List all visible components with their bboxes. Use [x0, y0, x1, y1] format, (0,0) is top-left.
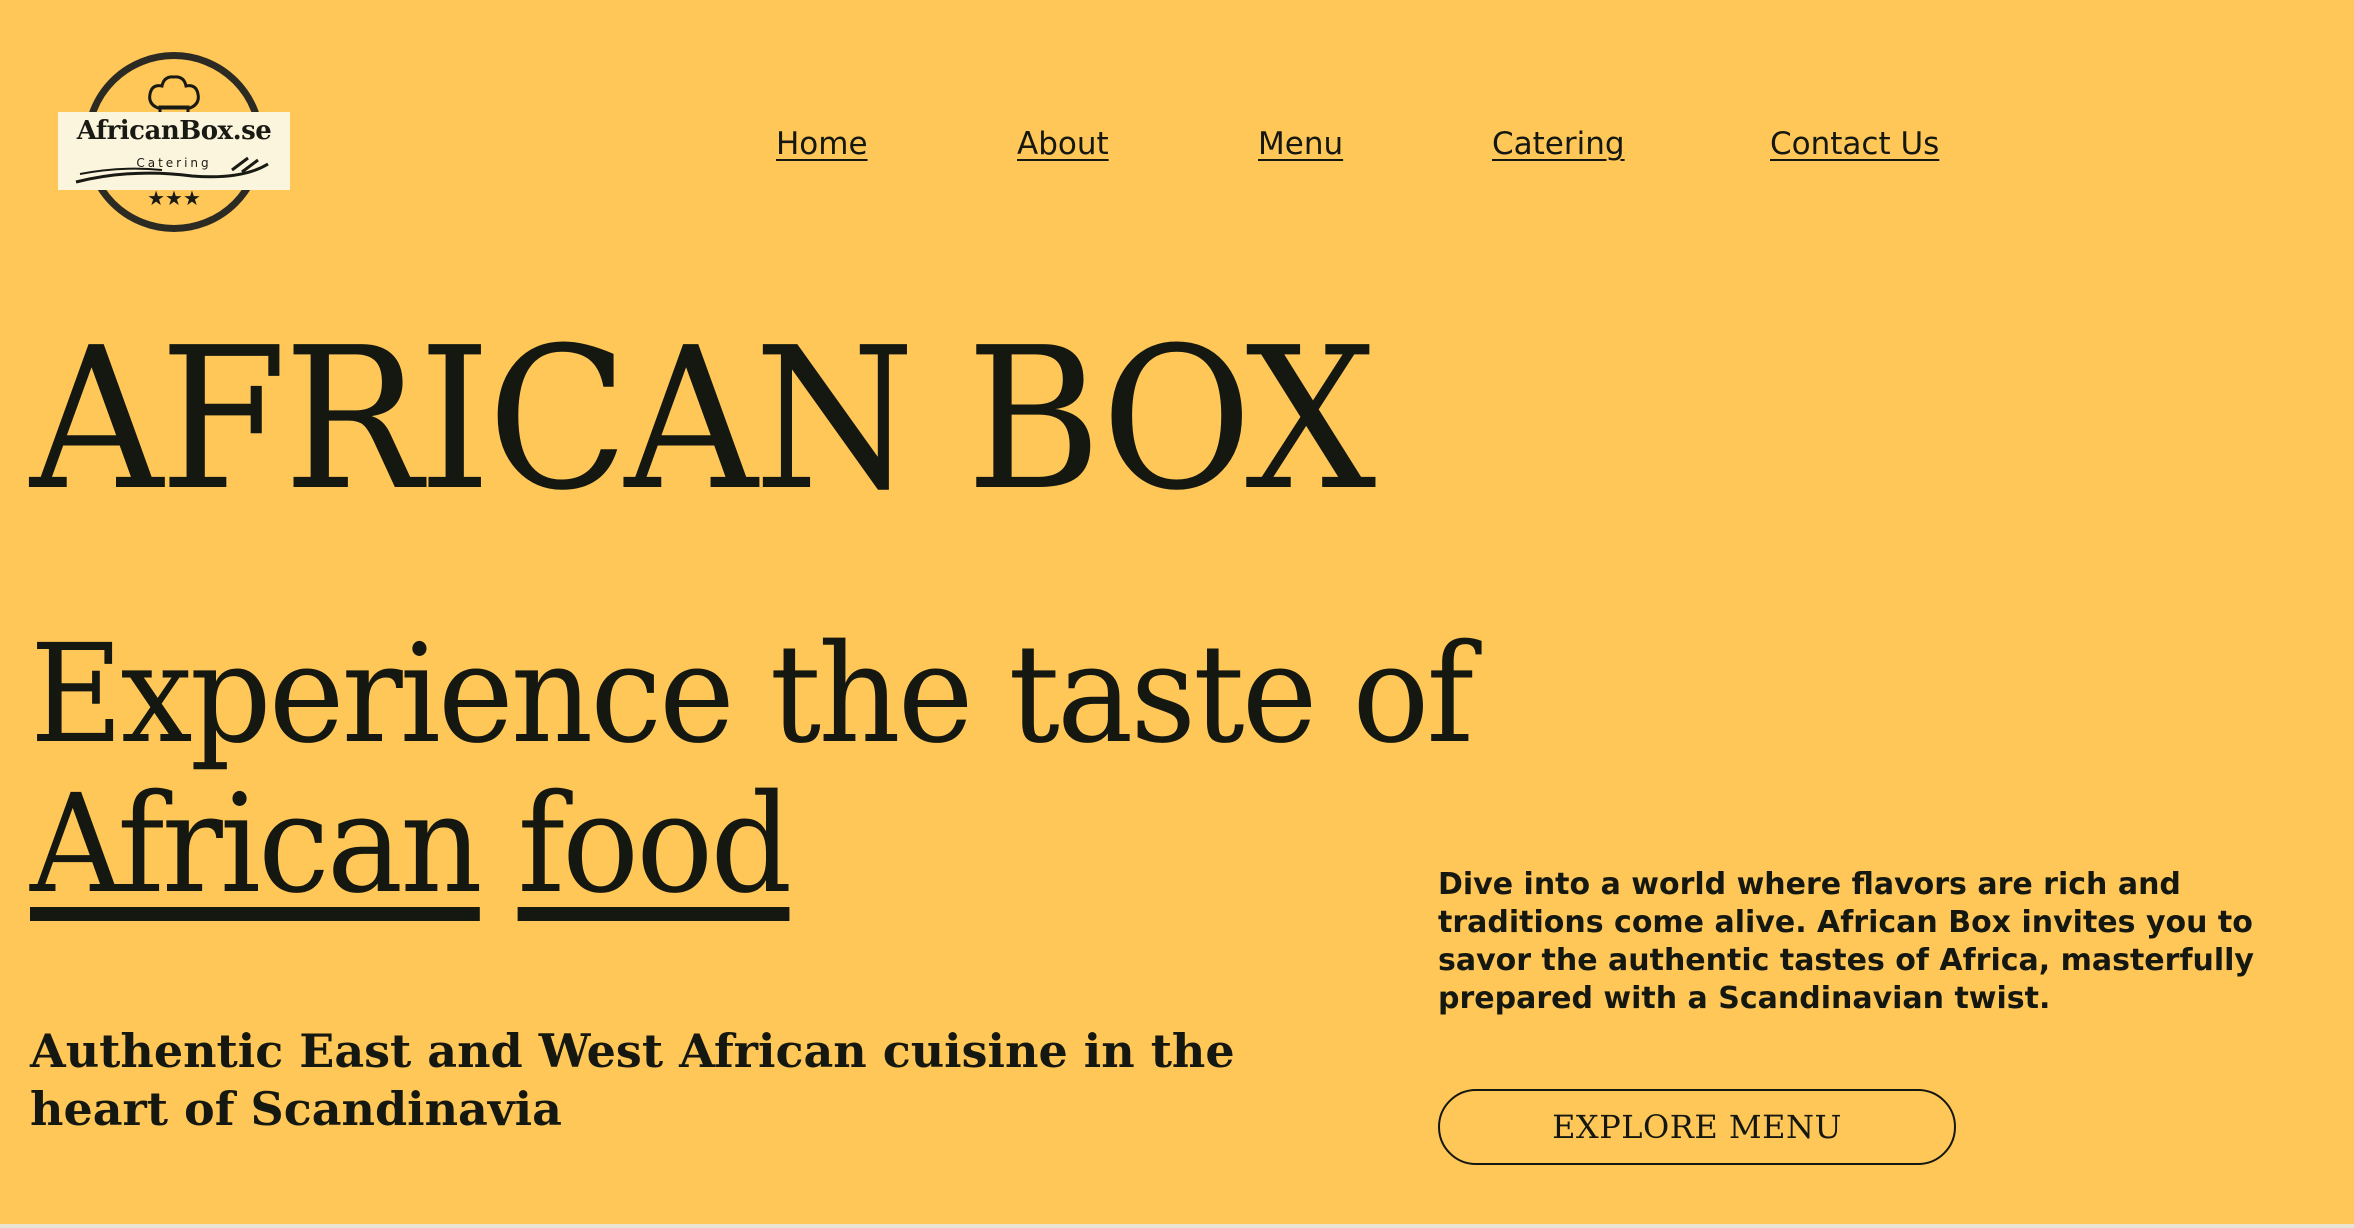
chef-hat-icon: [148, 75, 200, 116]
nav-link-about[interactable]: About: [1017, 126, 1109, 162]
explore-menu-button[interactable]: EXPLORE MENU: [1438, 1089, 1956, 1165]
hero-tagline-word-food: food: [517, 766, 793, 924]
nav-link-menu[interactable]: Menu: [1258, 126, 1343, 162]
nav-link-home[interactable]: Home: [776, 126, 868, 162]
hero-description: Dive into a world where flavors are rich…: [1438, 867, 2254, 1016]
logo-stars: ★★★: [147, 186, 201, 210]
hero-title: AFRICAN BOX: [30, 306, 1376, 534]
hero-tagline-word-african: African: [30, 766, 483, 924]
main-nav: Home About Menu Catering Contact Us: [0, 126, 2354, 170]
nav-link-catering[interactable]: Catering: [1492, 126, 1625, 162]
site-header: AfricanBox.se Catering ★★★ Home About Me…: [0, 0, 2354, 300]
page-bottom-divider: [0, 1224, 2354, 1228]
hero-subtitle: Authentic East and West African cuisine …: [30, 1024, 1235, 1136]
hero-tagline-line1: Experience the taste of: [30, 616, 1474, 774]
nav-link-contact-us[interactable]: Contact Us: [1770, 126, 1939, 162]
hero-tagline: Experience the taste of African food: [30, 620, 1474, 920]
